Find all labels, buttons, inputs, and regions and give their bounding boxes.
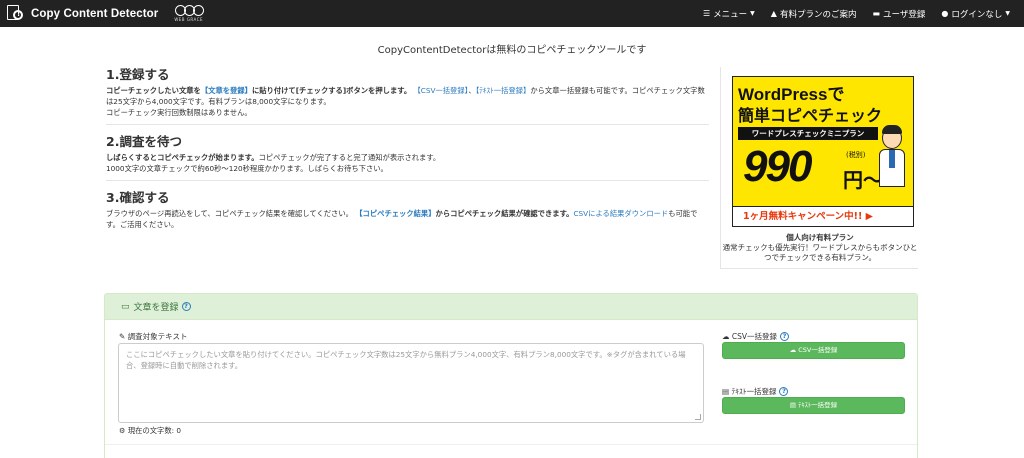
csv-bulk-button[interactable]: ☁ CSV一括登録 bbox=[722, 342, 905, 359]
step-confirm: 3.確認する ブラウザのページ再読込をして、コピペチェック結果を確認してください… bbox=[106, 190, 709, 236]
map-icon: ▭ bbox=[121, 301, 130, 312]
edit-icon: ✎ bbox=[119, 332, 126, 341]
nav-register-link[interactable]: ▬ ユーザ登録 bbox=[872, 8, 925, 20]
cloud-upload-icon: ☁ bbox=[722, 332, 730, 341]
ad-caption-body: 通常チェックも優先実行！ワードプレスからもボタンひとつでチェックできる有料プラン… bbox=[722, 243, 918, 262]
panel-title: 文章を登録 bbox=[133, 303, 179, 313]
menu-bars-icon: ☰ bbox=[702, 9, 711, 18]
register-text-panel: ▭ 文章を登録 ? ✎ 調査対象テキスト ここにコピペチェックしたい文章を貼り付… bbox=[104, 293, 918, 458]
check-result-link[interactable]: 【コピペチェック結果】 bbox=[355, 209, 435, 218]
ad-column: WordPressで 簡単コピペチェック ワードプレスチェックミニプラン 990… bbox=[720, 67, 918, 269]
cogs-icon: ⚙ bbox=[119, 426, 126, 435]
file-text-icon: ▤ bbox=[789, 401, 797, 409]
target-text-label: ✎ 調査対象テキスト bbox=[119, 332, 188, 341]
ad-plan-name: ワードプレスチェックミニプラン bbox=[738, 127, 878, 140]
help-icon[interactable]: ? bbox=[181, 302, 191, 311]
folder-icon: ▬ bbox=[872, 9, 881, 18]
ad-caption: 個人向け有料プラン 通常チェックも優先実行！ワードプレスからもボタンひとつでチェ… bbox=[721, 233, 919, 263]
step-text: コピーチェックしたい文章を【文章を登録】に貼り付けて[チェックする]ボタンを押し… bbox=[106, 86, 705, 117]
ad-caption-title: 個人向け有料プラン bbox=[786, 233, 854, 242]
target-text-textarea[interactable]: ここにコピペチェックしたい文章を貼り付けてください。コピペチェック文字数は25文… bbox=[118, 343, 704, 423]
partner-logo[interactable]: WEB GRACE bbox=[174, 5, 205, 22]
businessman-illustration-icon bbox=[877, 125, 907, 187]
step-register: 1.登録する コピーチェックしたい文章を【文章を登録】に貼り付けて[チェックする… bbox=[106, 67, 709, 125]
nav-login-dropdown[interactable]: ● ログインなし ▼ bbox=[941, 8, 1010, 20]
nav-menu-label: メニュー bbox=[713, 9, 748, 20]
text-bulk-link[interactable]: 【ﾃｷｽﾄ一括登録】 bbox=[476, 86, 531, 95]
char-count: ⚙ 現在の文字数: 0 bbox=[119, 426, 182, 435]
ad-price: 990 bbox=[743, 142, 812, 191]
divider bbox=[105, 444, 917, 445]
graduation-cap-icon: ▲ bbox=[770, 9, 777, 18]
page-title: CopyContentDetectorは無料のコピペチェックツールです bbox=[377, 45, 647, 56]
step-title: 1.登録する bbox=[106, 67, 170, 82]
resize-grip-icon[interactable] bbox=[695, 414, 701, 420]
user-icon: ● bbox=[941, 9, 949, 18]
ad-campaign-banner: 1ヶ月無料キャンペーン中!! ▶ bbox=[733, 206, 913, 226]
brand-link[interactable]: ! Copy Content Detector bbox=[6, 4, 158, 24]
ad-subheading: 簡単コピペチェック bbox=[738, 106, 883, 125]
step-title: 3.確認する bbox=[106, 190, 170, 205]
step-title: 2.調査を待つ bbox=[106, 134, 182, 149]
step-text: しばらくするとコピペチェックが始まります。コピペチェックが完了すると完了通知が表… bbox=[106, 153, 441, 173]
nav-paid-plan-label: 有料プランのご案内 bbox=[779, 9, 857, 20]
document-search-logo-icon: ! bbox=[6, 4, 26, 24]
help-icon[interactable]: ? bbox=[779, 387, 789, 396]
nav-menu-dropdown[interactable]: ☰ メニュー ▼ bbox=[703, 8, 755, 20]
caret-down-icon: ▼ bbox=[1005, 10, 1010, 17]
caret-down-icon: ▼ bbox=[750, 10, 755, 17]
nav-register-label: ユーザ登録 bbox=[883, 9, 926, 20]
textarea-placeholder: ここにコピペチェックしたい文章を貼り付けてください。コピペチェック文字数は25文… bbox=[126, 350, 686, 370]
text-bulk-label: ▤ ﾃｷｽﾄ一括登録 ? bbox=[722, 386, 789, 397]
panel-header: ▭ 文章を登録 ? bbox=[105, 294, 917, 320]
ad-tax-note: (税別) bbox=[846, 151, 866, 159]
brand-name: Copy Content Detector bbox=[31, 7, 159, 20]
wordpress-plan-ad-banner[interactable]: WordPressで 簡単コピペチェック ワードプレスチェックミニプラン 990… bbox=[732, 76, 914, 227]
partner-logo-text: WEB GRACE bbox=[174, 17, 204, 22]
text-bulk-button[interactable]: ▤ ﾃｷｽﾄ一括登録 bbox=[722, 397, 905, 414]
instruction-steps: 1.登録する コピーチェックしたい文章を【文章を登録】に貼り付けて[チェックする… bbox=[106, 67, 709, 245]
top-navbar: ! Copy Content Detector WEB GRACE ☰ メニュー… bbox=[0, 0, 1024, 27]
help-icon[interactable]: ? bbox=[780, 332, 790, 341]
step-wait: 2.調査を待つ しばらくするとコピペチェックが始まります。コピペチェックが完了す… bbox=[106, 134, 709, 181]
csv-bulk-label: ☁ CSV一括登録 ? bbox=[722, 331, 790, 342]
file-text-icon: ▤ bbox=[722, 387, 730, 396]
register-text-link[interactable]: 【文章を登録】 bbox=[201, 86, 252, 95]
nav-login-label: ログインなし bbox=[951, 9, 1003, 20]
csv-download-link[interactable]: CSVによる結果ダウンロード bbox=[573, 209, 668, 218]
cloud-upload-icon: ☁ bbox=[789, 346, 797, 354]
nav-paid-plan-link[interactable]: ▲ 有料プランのご案内 bbox=[771, 8, 857, 20]
step-text: ブラウザのページ再読込をして、コピペチェック結果を確認してください。 【コピペチ… bbox=[106, 209, 698, 229]
csv-bulk-link[interactable]: 【CSV一括登録】 bbox=[413, 86, 468, 95]
